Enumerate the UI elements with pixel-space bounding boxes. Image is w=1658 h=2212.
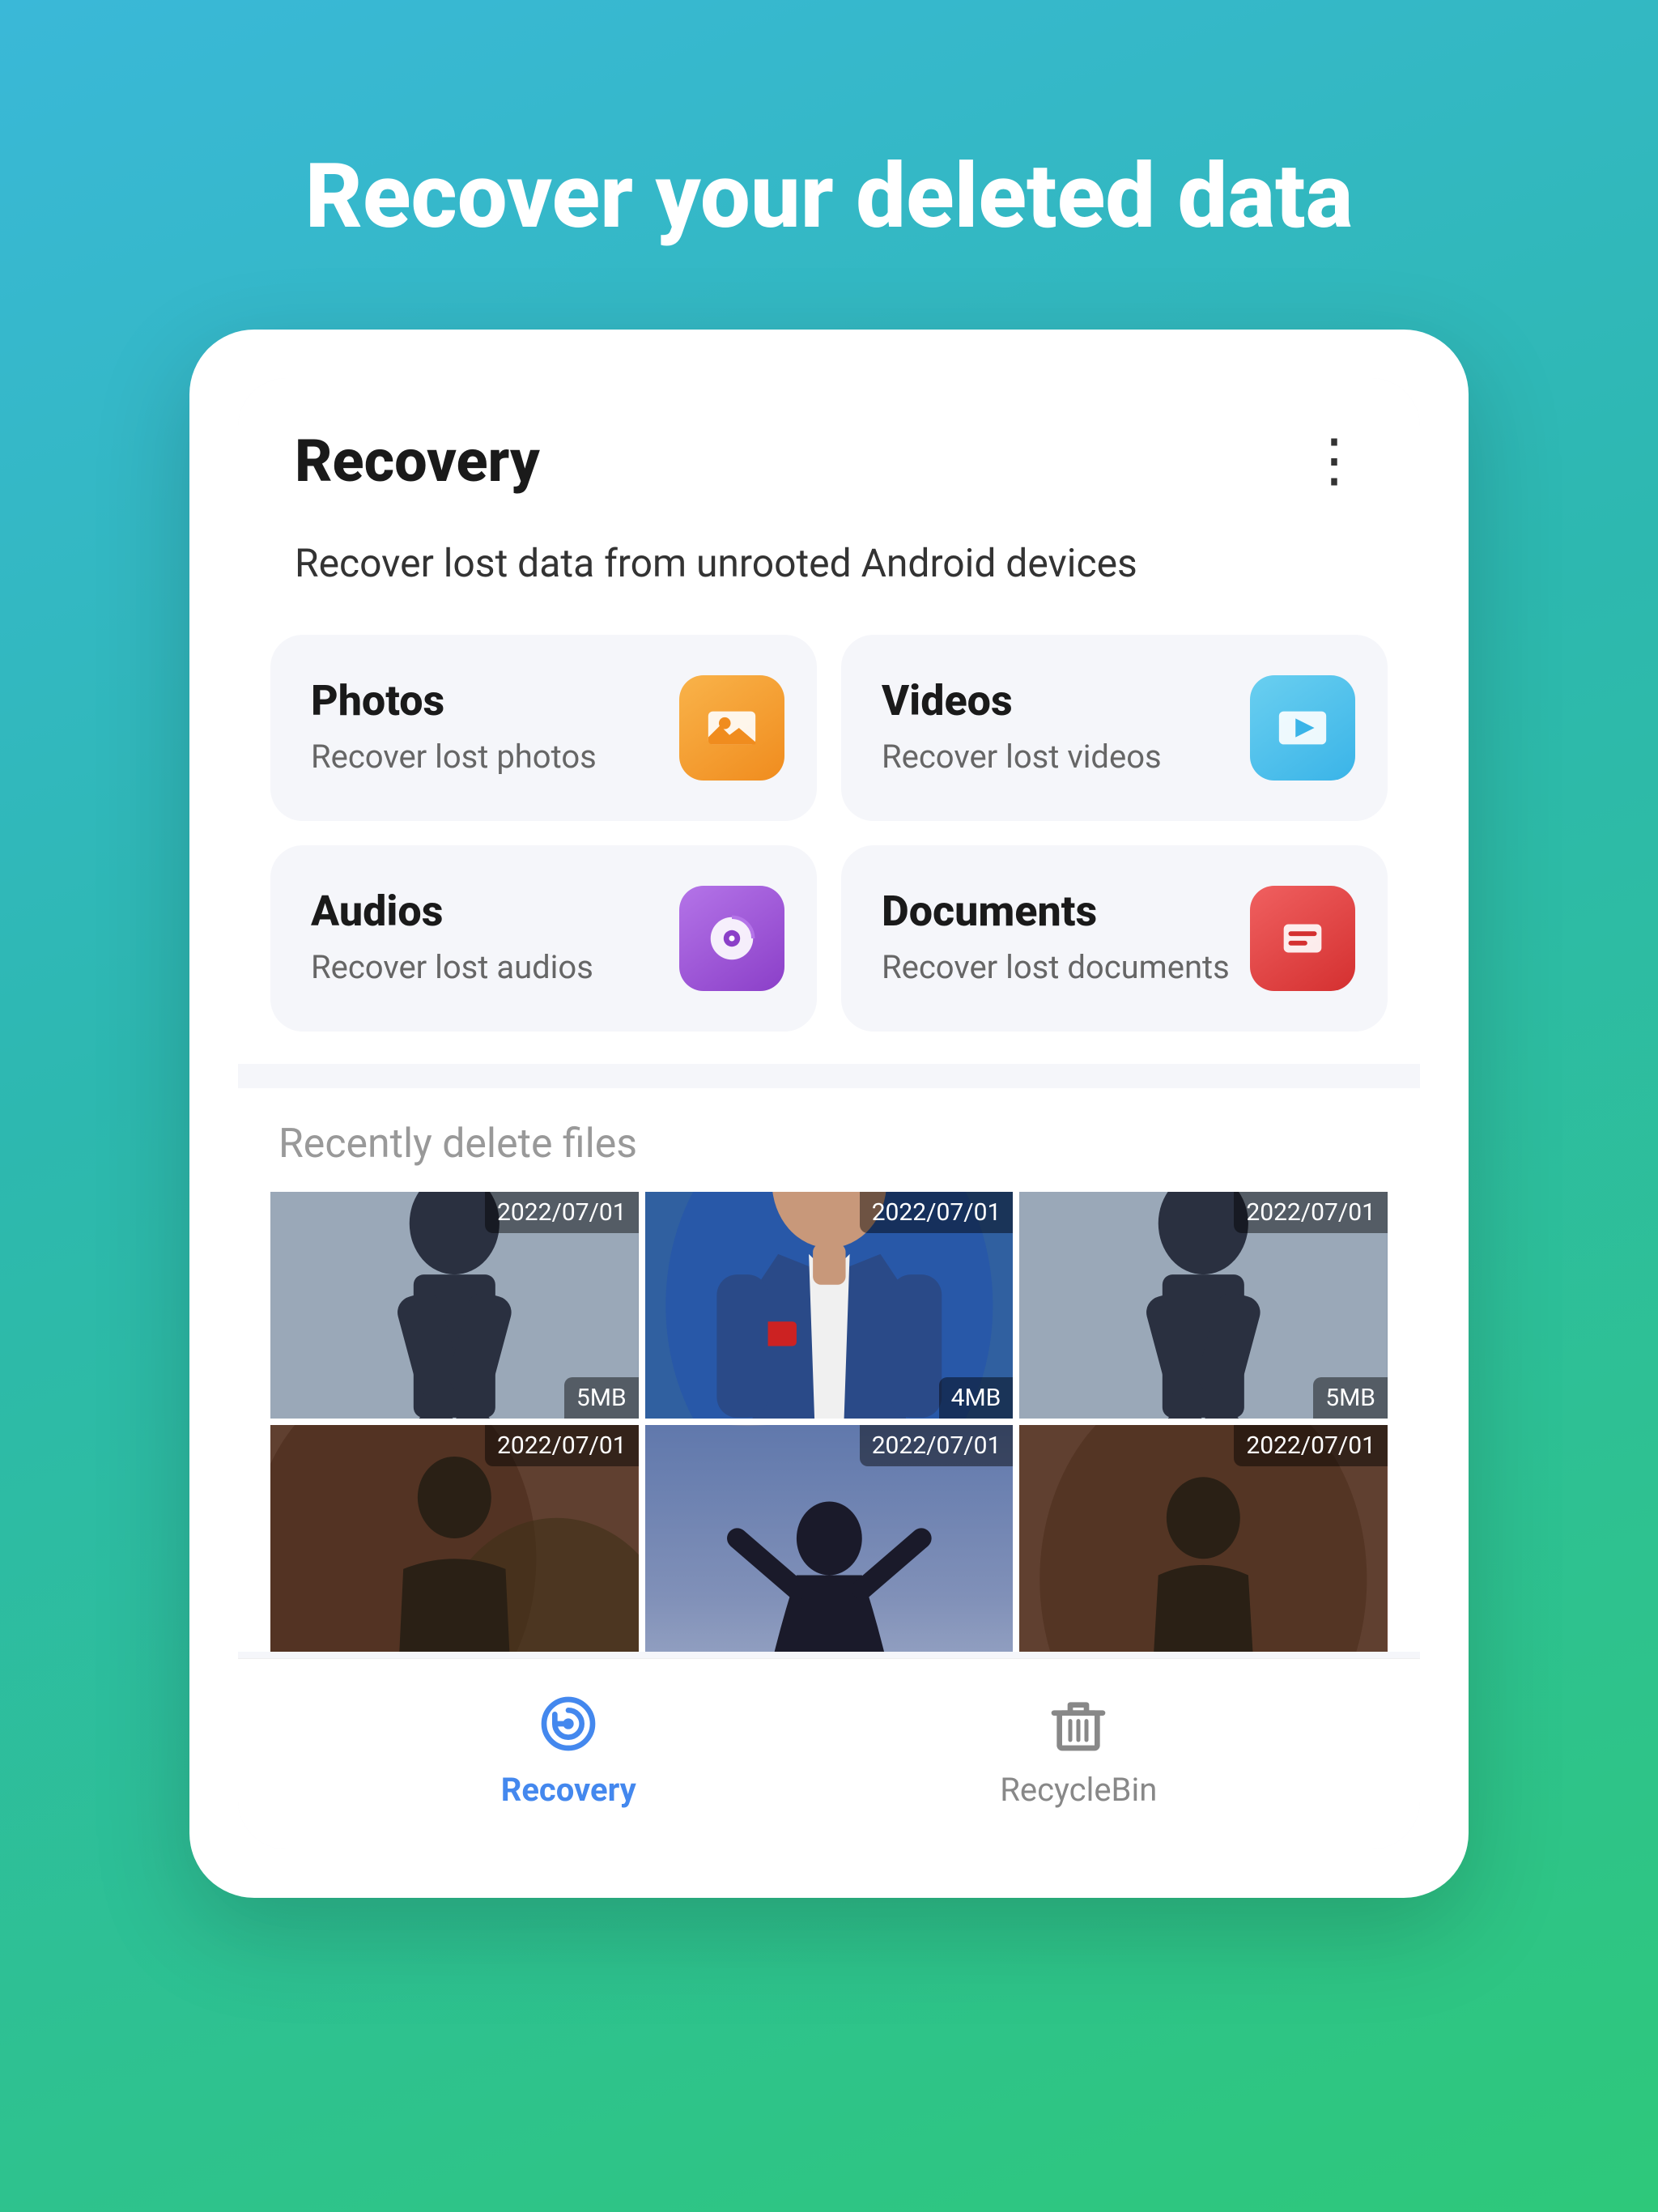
- photo-date-4: 2022/07/01: [485, 1425, 639, 1466]
- photos-icon: [679, 675, 784, 781]
- nav-item-recycle[interactable]: RecycleBin: [1000, 1691, 1157, 1809]
- photo-cell-2[interactable]: 2022/07/01 4MB: [645, 1192, 1014, 1419]
- photo-date-6: 2022/07/01: [1234, 1425, 1388, 1466]
- photo-cell-6[interactable]: 2022/07/01: [1019, 1425, 1388, 1652]
- photo-grid: 2022/07/01 5MB: [270, 1192, 1388, 1652]
- dots-menu-button[interactable]: ⋮: [1305, 432, 1363, 490]
- photos-desc: Recover lost photos: [311, 735, 597, 779]
- phone-card: Recovery ⋮ Recover lost data from unroot…: [189, 330, 1469, 1898]
- documents-title: Documents: [882, 887, 1230, 936]
- audios-desc: Recover lost audios: [311, 946, 593, 989]
- main-title: Recover your deleted data: [240, 146, 1418, 249]
- recently-deleted-title: Recently delete files: [270, 1121, 1388, 1168]
- photo-date-1: 2022/07/01: [485, 1192, 639, 1233]
- recovery-item-audios-text: Audios Recover lost audios: [311, 887, 593, 989]
- photos-title: Photos: [311, 676, 597, 725]
- recovery-item-videos[interactable]: Videos Recover lost videos: [841, 635, 1388, 821]
- recovery-item-videos-text: Videos Recover lost videos: [882, 676, 1162, 779]
- videos-icon: [1250, 675, 1355, 781]
- photo-size-2: 4MB: [939, 1377, 1014, 1419]
- photo-cell-5[interactable]: 2022/07/01: [645, 1425, 1014, 1652]
- photo-date-3: 2022/07/01: [1234, 1192, 1388, 1233]
- recovery-options-grid: Photos Recover lost photos Videos Recove…: [238, 635, 1420, 1064]
- recovery-item-audios[interactable]: Audios Recover lost audios: [270, 845, 817, 1032]
- photo-date-5: 2022/07/01: [860, 1425, 1014, 1466]
- recycle-nav-label: RecycleBin: [1000, 1771, 1157, 1809]
- documents-icon: [1250, 886, 1355, 991]
- audios-icon: [679, 886, 784, 991]
- photo-cell-1[interactable]: 2022/07/01 5MB: [270, 1192, 639, 1419]
- photo-date-2: 2022/07/01: [860, 1192, 1014, 1233]
- recently-deleted-section: Recently delete files: [238, 1088, 1420, 1652]
- app-screen: Recovery ⋮ Recover lost data from unroot…: [238, 378, 1420, 1849]
- recovery-nav-label: Recovery: [501, 1771, 636, 1809]
- app-subtitle: Recover lost data from unrooted Android …: [238, 536, 1420, 635]
- photo-size-3: 5MB: [1313, 1377, 1388, 1419]
- photo-size-1: 5MB: [564, 1377, 639, 1419]
- recovery-nav-icon: [536, 1691, 601, 1759]
- app-header: Recovery ⋮: [238, 378, 1420, 536]
- recovery-item-photos[interactable]: Photos Recover lost photos: [270, 635, 817, 821]
- app-title: Recovery: [295, 427, 540, 496]
- photo-cell-3[interactable]: 2022/07/01 5MB: [1019, 1192, 1388, 1419]
- recovery-item-documents[interactable]: Documents Recover lost documents: [841, 845, 1388, 1032]
- recovery-item-photos-text: Photos Recover lost photos: [311, 676, 597, 779]
- photo-cell-4[interactable]: 2022/07/01: [270, 1425, 639, 1652]
- videos-title: Videos: [882, 676, 1162, 725]
- audios-title: Audios: [311, 887, 593, 936]
- recovery-item-documents-text: Documents Recover lost documents: [882, 887, 1230, 989]
- documents-desc: Recover lost documents: [882, 946, 1230, 989]
- nav-item-recovery[interactable]: Recovery: [501, 1691, 636, 1809]
- bottom-nav: Recovery RecycleBin: [238, 1658, 1420, 1849]
- recycle-nav-icon: [1046, 1691, 1111, 1759]
- videos-desc: Recover lost videos: [882, 735, 1162, 779]
